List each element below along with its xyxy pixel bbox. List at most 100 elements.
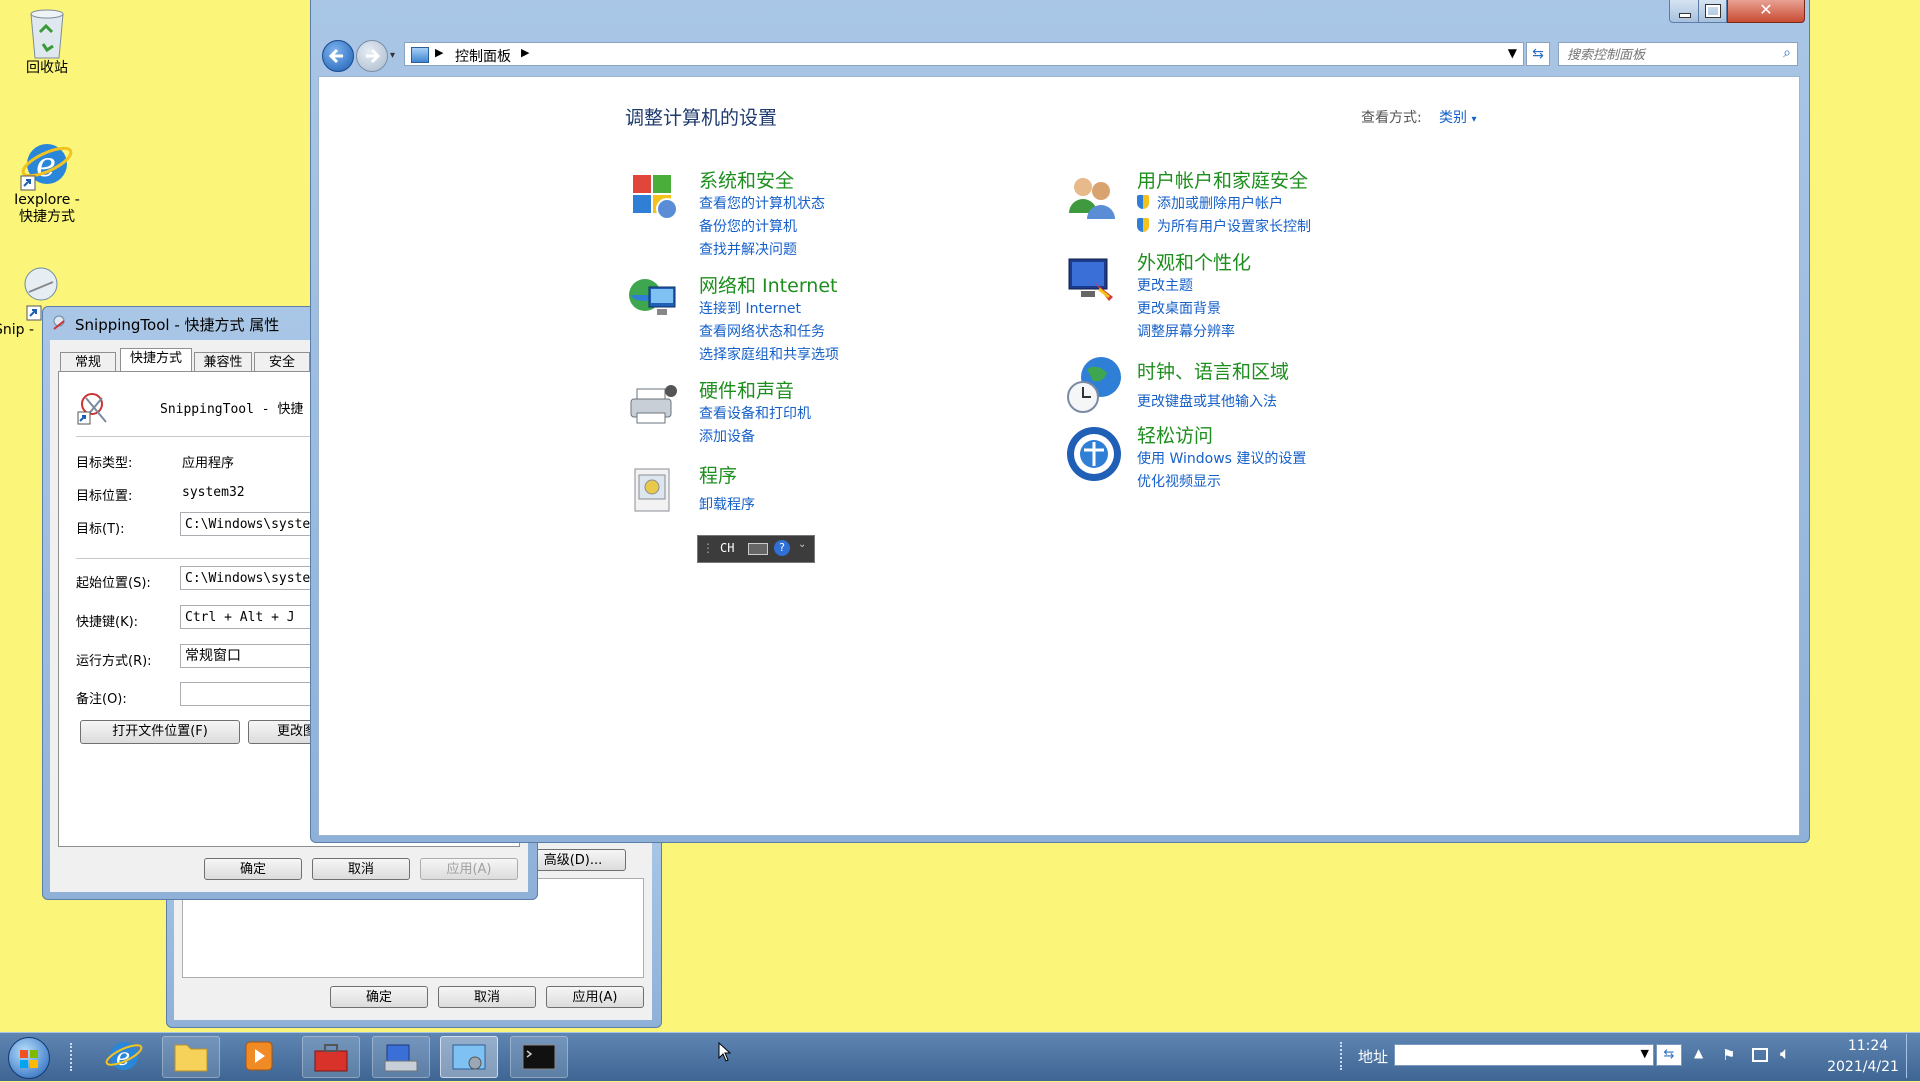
minimize-icon xyxy=(1679,13,1691,18)
category-clock-region[interactable]: 时钟、语言和区域 xyxy=(1137,357,1289,384)
category-ease-of-access[interactable]: 轻松访问 xyxy=(1137,421,1213,448)
close-button[interactable]: ✕ xyxy=(1727,0,1805,23)
desktop-icon-label: Snip - 快 xyxy=(0,322,38,338)
link-add-device[interactable]: 添加设备 xyxy=(699,426,755,446)
link-devices-printers[interactable]: 查看设备和打印机 xyxy=(699,403,811,423)
category-network-internet[interactable]: 网络和 Internet xyxy=(699,271,837,298)
open-file-location-button[interactable]: 打开文件位置(F) xyxy=(80,720,240,744)
clock-time[interactable]: 11:24 xyxy=(1838,1038,1898,1054)
keyboard-icon[interactable] xyxy=(748,543,768,555)
start-button[interactable] xyxy=(8,1037,50,1079)
language-bar[interactable]: ⋮ CH ? ⌄ xyxy=(697,535,815,563)
tab-general[interactable]: 常规 xyxy=(60,352,116,372)
link-change-theme[interactable]: 更改主题 xyxy=(1137,275,1193,295)
apply-button[interactable]: 应用(A) xyxy=(420,858,518,880)
show-hidden-icons-button[interactable]: ▲ xyxy=(1694,1046,1703,1060)
language-indicator[interactable]: CH xyxy=(720,541,734,555)
hardware-sound-icon xyxy=(627,377,679,429)
toolbox-icon xyxy=(314,1044,348,1072)
link-homegroup-sharing[interactable]: 选择家庭组和共享选项 xyxy=(699,344,839,364)
taskbar-ie-button[interactable]: e xyxy=(96,1036,152,1076)
target-type-value: 应用程序 xyxy=(182,456,235,471)
breadcrumb-control-panel[interactable]: 控制面板 xyxy=(455,46,511,66)
desktop-icon-recycle-bin[interactable]: 回收站 xyxy=(2,4,92,77)
link-troubleshoot[interactable]: 查找并解决问题 xyxy=(699,239,797,259)
link-network-status[interactable]: 查看网络状态和任务 xyxy=(699,321,825,341)
breadcrumb-separator: ▶ xyxy=(521,46,530,59)
tab-shortcut[interactable]: 快捷方式 xyxy=(120,348,192,372)
link-recommended-settings[interactable]: 使用 Windows 建议的设置 xyxy=(1137,448,1306,468)
forward-button[interactable] xyxy=(356,40,388,72)
link-parental-controls[interactable]: 为所有用户设置家长控制 xyxy=(1157,216,1311,236)
ok-button[interactable]: 确定 xyxy=(204,858,302,880)
link-screen-resolution[interactable]: 调整屏幕分辨率 xyxy=(1137,321,1235,341)
search-box[interactable]: ⌕ xyxy=(1558,42,1798,66)
taskbar-media-player-button[interactable] xyxy=(230,1036,286,1076)
go-arrow-icon: ⇆ xyxy=(1663,1047,1675,1062)
address-go-button[interactable]: ⇆ xyxy=(1656,1044,1682,1066)
breadcrumb-separator: ▶ xyxy=(435,46,444,59)
back-button[interactable] xyxy=(322,40,354,72)
category-programs[interactable]: 程序 xyxy=(699,461,737,488)
link-backup-computer[interactable]: 备份您的计算机 xyxy=(699,216,797,236)
link-add-remove-accounts[interactable]: 添加或删除用户帐户 xyxy=(1157,193,1283,213)
category-appearance[interactable]: 外观和个性化 xyxy=(1137,248,1251,275)
refresh-icon: ⇆ xyxy=(1532,46,1544,62)
tab-security[interactable]: 安全 xyxy=(254,352,310,372)
link-view-computer-status[interactable]: 查看您的计算机状态 xyxy=(699,193,825,213)
options-icon[interactable]: ⌄ xyxy=(798,539,806,550)
target-location-label: 目标位置: xyxy=(76,489,133,504)
show-desktop-button[interactable] xyxy=(1906,1034,1919,1078)
control-panel-icon xyxy=(452,1044,486,1070)
minimize-button[interactable] xyxy=(1669,0,1699,23)
category-system-security[interactable]: 系统和安全 xyxy=(699,166,794,193)
link-uninstall-program[interactable]: 卸载程序 xyxy=(699,494,755,514)
taskbar-grip xyxy=(70,1043,78,1071)
address-toolbar-input[interactable]: ▼ xyxy=(1394,1044,1654,1066)
comment-label: 备注(O): xyxy=(76,692,127,707)
taskbar-devices-button[interactable] xyxy=(372,1036,430,1078)
search-icon[interactable]: ⌕ xyxy=(1783,45,1791,61)
category-hardware-sound[interactable]: 硬件和声音 xyxy=(699,376,794,403)
address-bar[interactable]: ▶ 控制面板 ▶ ▼ xyxy=(404,42,1524,66)
cancel-button[interactable]: 取消 xyxy=(312,858,410,880)
chevron-down-icon[interactable]: ▼ xyxy=(1641,1047,1649,1060)
volume-icon[interactable]: 🔈︎ xyxy=(1780,1044,1790,1064)
shortcut-name-field[interactable]: SnippingTool - 快捷 xyxy=(160,398,303,417)
taskbar-control-panel-button[interactable] xyxy=(440,1036,498,1078)
ease-of-access-icon xyxy=(1065,425,1123,483)
address-dropdown-icon[interactable]: ▼ xyxy=(1508,46,1517,60)
action-center-flag-icon[interactable]: ⚑ xyxy=(1722,1046,1735,1064)
maximize-button[interactable] xyxy=(1698,0,1727,23)
help-icon[interactable]: ? xyxy=(774,540,790,556)
link-connect-internet[interactable]: 连接到 Internet xyxy=(699,298,801,318)
category-user-accounts[interactable]: 用户帐户和家庭安全 xyxy=(1137,166,1308,193)
folder-icon xyxy=(174,1044,208,1072)
refresh-button[interactable]: ⇆ xyxy=(1526,42,1550,66)
taskbar-explorer-button[interactable] xyxy=(162,1036,220,1078)
clock-date[interactable]: 2021/4/21 xyxy=(1818,1059,1908,1075)
command-prompt-icon xyxy=(522,1044,556,1070)
back-ok-button[interactable]: 确定 xyxy=(330,986,428,1008)
chevron-down-icon: ▾ xyxy=(1471,114,1477,125)
link-change-background[interactable]: 更改桌面背景 xyxy=(1137,298,1221,318)
system-security-icon xyxy=(627,169,679,221)
tab-compatibility[interactable]: 兼容性 xyxy=(194,352,252,372)
grip-icon: ⋮ xyxy=(702,541,714,555)
network-icon[interactable] xyxy=(1752,1048,1768,1062)
link-optimize-display[interactable]: 优化视频显示 xyxy=(1137,471,1221,491)
media-player-icon xyxy=(245,1041,273,1071)
recent-pages-dropdown[interactable]: ▾ xyxy=(390,50,395,61)
back-cancel-button[interactable]: 取消 xyxy=(438,986,536,1008)
target-location-value: system32 xyxy=(182,485,245,500)
search-input[interactable] xyxy=(1565,44,1769,66)
view-by-label: 查看方式: xyxy=(1361,110,1422,126)
taskbar-toolbox-button[interactable] xyxy=(302,1036,360,1078)
snipping-tool-app-icon xyxy=(76,390,112,426)
back-apply-button[interactable]: 应用(A) xyxy=(546,986,644,1008)
control-panel-small-icon xyxy=(411,47,429,63)
taskbar-cmd-button[interactable] xyxy=(510,1036,568,1078)
link-change-keyboard[interactable]: 更改键盘或其他输入法 xyxy=(1137,391,1277,411)
desktop-icon-iexplore[interactable]: e Iexplore - 快捷方式 xyxy=(2,136,92,226)
view-by-dropdown[interactable]: 类别 ▾ xyxy=(1439,107,1476,127)
